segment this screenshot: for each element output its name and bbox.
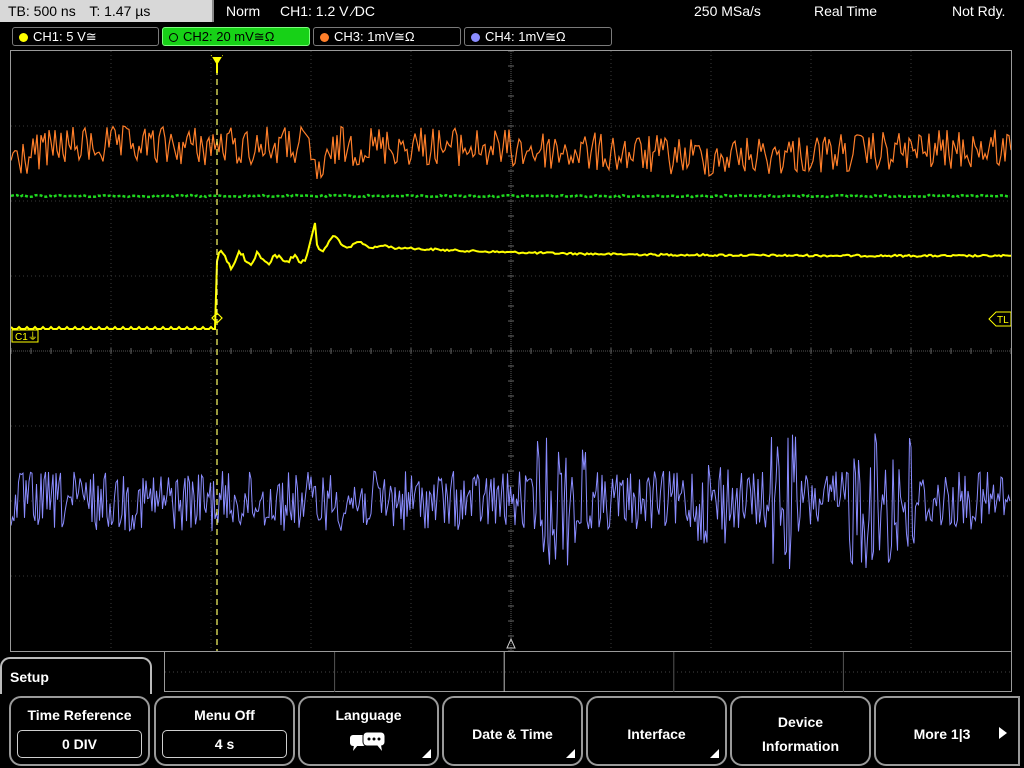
sample-rate: 250 MSa/s [694,3,761,19]
overview-grid [165,652,1013,692]
overview-strip [164,652,1013,692]
ch3-label: CH3: 1mV≅Ω [334,29,415,44]
more-softkey[interactable]: More 1|3 [874,696,1020,766]
trigger-time-label: T: 1.47 µs [89,3,151,19]
ch3-color-dot [320,33,329,42]
submenu-indicator-icon [566,749,575,758]
trigger-position-marker [211,55,223,73]
ch1-label: CH1: 5 V≅ [33,29,97,44]
time-reference-label: Time Reference [27,707,132,723]
timebase-box[interactable]: TB: 500 ns T: 1.47 µs [0,0,214,22]
menu-title: Setup [10,669,49,685]
time-reference-softkey[interactable]: Time Reference 0 DIV [9,696,150,766]
timebase-label: TB: 500 ns [8,3,76,19]
acquisition-mode: Real Time [814,3,878,19]
interface-softkey[interactable]: Interface [586,696,727,766]
ch1-ground-text: C1⏚ [15,331,38,343]
menu-off-value: 4 s [162,730,287,758]
ready-state: Not Rdy. [952,3,1006,19]
submenu-indicator-icon [710,749,719,758]
trigger-level-marker: TL [988,311,1011,327]
next-page-icon [999,727,1007,739]
device-label: Device [777,714,824,730]
ch1-ground-marker: C1⏚ [11,329,39,343]
channel-button-ch3[interactable]: CH3: 1mV≅Ω [313,27,461,46]
softkey-bar: Time Reference 0 DIV Menu Off 4 s Langua… [0,694,1024,768]
channel-button-ch4[interactable]: CH4: 1mV≅Ω [464,27,612,46]
ch4-color-dot [471,33,480,42]
trigger-level-text: TL [997,315,1009,326]
time-reference-value: 0 DIV [17,730,142,758]
menu-title-tab: Setup [0,657,152,697]
language-label: Language [335,707,402,723]
ch4-label: CH4: 1mV≅Ω [485,29,566,44]
ch2-color-dot [169,33,178,42]
submenu-indicator-icon [422,749,431,758]
speech-bubbles-icon [350,732,386,751]
ch1-color-dot [19,33,28,42]
waveform-display[interactable]: C1⏚ TL [10,50,1012,652]
channel-button-ch1[interactable]: CH1: 5 V≅ [12,27,159,46]
date-time-label: Date & Time [472,726,553,742]
waveform-canvas: C1⏚ TL [11,51,1011,651]
information-label: Information [762,738,839,754]
language-softkey[interactable]: Language [298,696,439,766]
menu-off-softkey[interactable]: Menu Off 4 s [154,696,295,766]
channel-button-ch2[interactable]: CH2: 20 mV≅Ω [162,27,310,46]
ch2-label: CH2: 20 mV≅Ω [183,29,275,44]
trigger-info[interactable]: CH1: 1.2 V ∕DC [280,0,375,22]
more-label: More 1|3 [913,726,971,742]
status-bar: Norm CH1: 1.2 V ∕DC 250 MSa/s Real Time … [216,0,1024,22]
trigger-mode[interactable]: Norm [226,0,260,22]
date-time-softkey[interactable]: Date & Time [442,696,583,766]
menu-off-label: Menu Off [194,707,255,723]
interface-label: Interface [627,726,686,742]
device-information-softkey[interactable]: Device Information [730,696,871,766]
